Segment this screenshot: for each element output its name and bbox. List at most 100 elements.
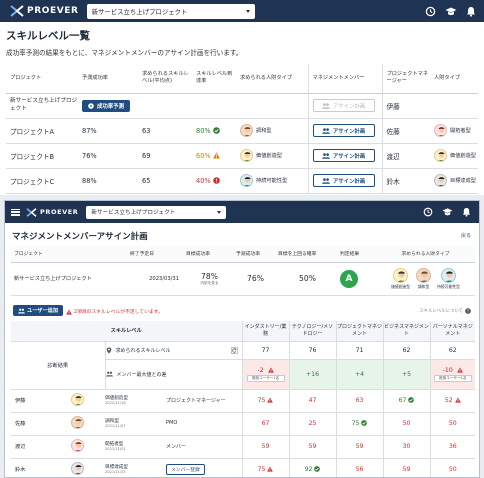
summary-predicted-rate: 76% xyxy=(233,262,275,296)
logo-icon xyxy=(26,207,37,217)
avatar xyxy=(434,124,447,137)
graduation-cap-icon[interactable] xyxy=(445,6,457,17)
col-header: 判定結果 xyxy=(337,246,373,263)
pm-type-label: 開拓者型 xyxy=(450,128,471,134)
member-row: 伊藤 価値創造型 2022/11/18 プロジェクトマネージャー 75 47 63… xyxy=(11,389,475,413)
table-row: プロジェクトC 88% 65 40% 持続可能性型 アサイン計画 鈴木 目標達成… xyxy=(6,168,478,194)
project-name[interactable]: プロジェクトC xyxy=(6,168,78,194)
avatar xyxy=(434,149,447,162)
pm-name: 鈴木 xyxy=(381,168,430,194)
member-register-button[interactable]: メンバー登録 xyxy=(166,464,205,475)
col-header: 求められる人財タイプ xyxy=(373,246,475,263)
member-date: 2021/11/25 xyxy=(105,470,126,475)
type-label: 価値創造型 xyxy=(391,283,411,289)
assign-plan-button[interactable]: アサイン計画 xyxy=(312,99,375,112)
avatar xyxy=(240,174,253,187)
warning-icon xyxy=(456,366,463,373)
type-label: 持続可能性型 xyxy=(437,283,460,289)
brand-name: PROEVER xyxy=(27,6,79,16)
col-header: プロジェクト xyxy=(11,246,127,263)
users-icon xyxy=(321,102,330,109)
member-row: 鈴木 目標達成型 2021/11/25 メンバー登録 75 92 56 59 50 xyxy=(11,458,475,477)
assign-plan-label: アサイン計画 xyxy=(332,153,366,160)
graduation-cap-icon[interactable] xyxy=(442,207,453,217)
required-row: 診断結果 求められるスキルレベル 77 76 71 62 62 xyxy=(11,341,475,390)
pm-name: 渡辺 xyxy=(381,143,430,169)
chevron-down-icon xyxy=(245,9,250,13)
col-header: スキルレベル到達率 xyxy=(192,64,236,94)
history-icon[interactable] xyxy=(423,207,433,217)
users-icon xyxy=(321,127,330,134)
col-header: プロジェクト xyxy=(6,64,78,94)
page-title: スキルレベル一覧 xyxy=(6,30,90,42)
diff-label: メンバー最大値との差 xyxy=(105,371,242,378)
assign-plan-window: PROEVER 新サービス立ち上げプロジェクト マネジメントメンバーアサイン計画… xyxy=(4,200,480,478)
project-select[interactable]: 新サービス立ち上げプロジェクト xyxy=(86,205,227,219)
bell-icon[interactable] xyxy=(462,207,471,217)
diff-label-text: メンバー最大値との差 xyxy=(116,371,167,378)
recommend-user-button[interactable]: 推奨ユーザー1名 xyxy=(433,374,472,382)
member-date: 2022/11/18 xyxy=(105,401,126,406)
avatar xyxy=(393,267,409,283)
member-date: 2021/11/07 xyxy=(105,424,126,429)
required-type: 持続可能性型 xyxy=(240,174,308,187)
member-score: 75 xyxy=(351,420,360,427)
users-icon xyxy=(321,152,330,159)
member-row: 佐藤 調和型 2021/11/07 PMO 67 25 75 50 50 xyxy=(11,412,475,436)
warning-icon xyxy=(267,466,274,472)
required-types: 価値創造型 調和型 持続可能性型 xyxy=(376,267,475,290)
pm-type: 価値創造型 xyxy=(434,149,478,162)
required-score: 62 xyxy=(382,341,430,360)
avatar xyxy=(71,462,84,475)
reach-rate: 80% xyxy=(196,127,220,135)
brand-logo[interactable]: PROEVER xyxy=(10,5,79,17)
summary-target-rate: 78% xyxy=(201,271,218,281)
project-name[interactable]: プロジェクトA xyxy=(6,118,78,144)
assign-plan-button[interactable]: アサイン計画 xyxy=(312,124,375,137)
predict-success-button[interactable]: 成功率予測 xyxy=(82,99,130,112)
member-score: 30 xyxy=(382,435,430,459)
history-icon[interactable] xyxy=(425,6,436,17)
top-icons xyxy=(425,0,476,22)
col-header: プロジェクトマネージャー xyxy=(381,64,430,94)
skill-warning-text: 2項目のスキルレベルが不足しています。 xyxy=(74,310,163,315)
brand-name: PROEVER xyxy=(40,208,79,216)
pm-type: 目標達成型 xyxy=(434,174,478,187)
check-circle-icon xyxy=(408,397,415,403)
bell-icon[interactable] xyxy=(466,6,476,17)
type-item: 調和型 xyxy=(416,267,432,290)
diff-cell: -2 推奨ユーザー1名 xyxy=(241,359,289,390)
warning-icon xyxy=(454,397,461,403)
skill-about-label: スキルレベルについて xyxy=(419,309,463,314)
skill-col-header: プロジェクトマネジメント xyxy=(335,321,383,342)
refresh-icon[interactable] xyxy=(230,346,238,354)
menu-icon[interactable] xyxy=(11,208,20,216)
project-name[interactable]: 新サービス立ち上げプロジェクト xyxy=(6,93,78,119)
project-name[interactable]: プロジェクトB xyxy=(6,143,78,169)
users-icon xyxy=(18,308,25,313)
top-navbar: PROEVER 新サービス立ち上げプロジェクト xyxy=(0,0,484,22)
brand-logo[interactable]: PROEVER xyxy=(26,207,79,217)
member-name: 佐藤 xyxy=(11,412,71,436)
required-type: 調和型 xyxy=(240,124,308,137)
diff-value: +4 xyxy=(354,370,365,378)
recommend-user-button[interactable]: 推奨ユーザー1名 xyxy=(246,374,285,382)
predicted-rate: 76% xyxy=(78,143,138,169)
project-select[interactable]: 新サービス立ち上げプロジェクト xyxy=(86,3,255,19)
required-score: 76 xyxy=(288,341,336,360)
svg-text:?: ? xyxy=(467,309,469,314)
table-header: プロジェクト 予測成功率 求められるスキルレベル(平均点) スキルレベル到達率 … xyxy=(6,64,478,94)
add-user-button[interactable]: ユーザー追加 xyxy=(13,305,64,316)
summary-end-date: 2023/03/31 xyxy=(127,262,183,296)
assign-plan-button[interactable]: アサイン計画 xyxy=(312,149,375,162)
warning-icon xyxy=(267,397,274,403)
member-role: メンバー xyxy=(166,443,187,450)
target-breakdown-link[interactable]: 内訳を見る xyxy=(186,281,233,286)
col-header: 目標成功率 xyxy=(183,246,233,263)
back-link[interactable]: 戻る xyxy=(461,232,471,239)
skill-level-header: スキルレベル xyxy=(11,321,242,342)
assign-plan-button[interactable]: アサイン計画 xyxy=(312,174,375,187)
col-header: 求められる人財タイプ xyxy=(236,64,308,94)
skill-about-link[interactable]: スキルレベルについて ? xyxy=(419,308,471,314)
table-row: プロジェクトB 76% 69 60% 価値創造型 アサイン計画 渡辺 価値創造型 xyxy=(6,143,478,169)
